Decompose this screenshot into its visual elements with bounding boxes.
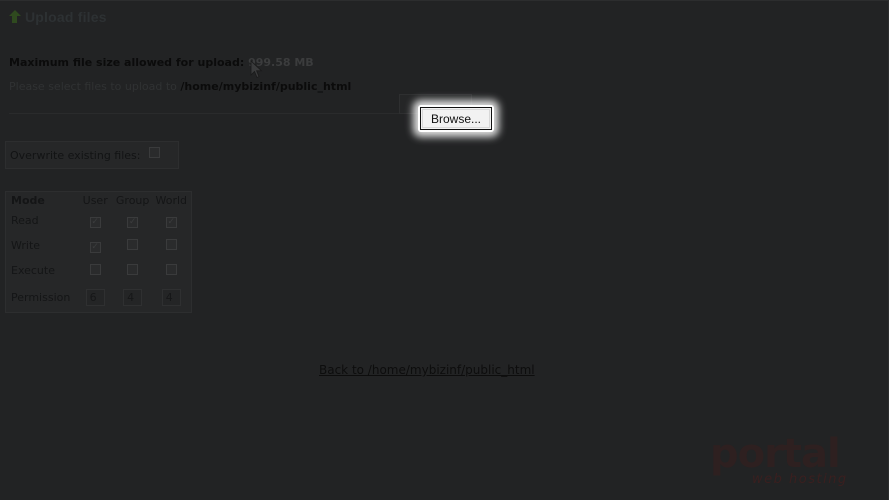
read-world-checkbox[interactable]: ✓	[165, 216, 177, 228]
mouse-cursor-icon	[250, 60, 263, 79]
user-header: User	[82, 193, 108, 207]
page-title: Upload files	[25, 9, 107, 25]
portal-logo: portal web hosting	[710, 432, 860, 492]
write-world-checkbox[interactable]	[165, 238, 177, 250]
page-header: Upload files	[8, 8, 107, 26]
mode-header: Mode	[11, 193, 45, 207]
top-border	[0, 0, 889, 1]
read-user-checkbox[interactable]: ✓	[89, 216, 101, 228]
read-group-checkbox[interactable]: ✓	[127, 216, 139, 228]
select-files-text: Please select files to upload to /home/m…	[9, 80, 351, 93]
back-link[interactable]: Back to /home/mybizinf/public_html	[319, 363, 535, 377]
execute-world-checkbox[interactable]	[165, 263, 177, 275]
logo-tagline: web hosting	[752, 472, 848, 487]
write-group-checkbox[interactable]	[127, 238, 139, 250]
permissions-table: Mode User Group World Read ✓ ✓ ✓ Write ✓…	[6, 192, 191, 311]
group-header: Group	[115, 193, 150, 207]
execute-label: Execute	[11, 264, 55, 277]
permission-label: Permission	[11, 290, 71, 304]
world-permission-input[interactable]: 4	[161, 288, 181, 306]
write-label: Write	[11, 239, 41, 252]
world-header: World	[155, 193, 188, 207]
execute-group-checkbox[interactable]	[127, 263, 139, 275]
write-user-checkbox[interactable]: ✓	[89, 241, 101, 253]
max-file-size-label: Maximum file size allowed for upload:	[9, 56, 245, 69]
browse-button[interactable]: Browse...	[420, 107, 492, 130]
file-path-input[interactable]	[9, 94, 399, 114]
permissions-panel: Mode User Group World Read ✓ ✓ ✓ Write ✓…	[5, 191, 192, 313]
target-path: /home/mybizinf/public_html	[180, 80, 352, 93]
select-files-prefix: Please select files to upload to	[9, 80, 177, 93]
overwrite-label: Overwrite existing files:	[10, 148, 141, 162]
max-file-size: Maximum file size allowed for upload: 99…	[9, 56, 314, 69]
read-label: Read	[11, 214, 39, 227]
user-permission-input[interactable]: 6	[85, 288, 105, 306]
upload-files-page: Upload files Maximum file size allowed f…	[0, 0, 889, 500]
group-permission-input[interactable]: 4	[123, 288, 143, 306]
execute-user-checkbox[interactable]	[89, 263, 101, 275]
upload-arrow-icon	[8, 10, 21, 24]
logo-wordmark: portal	[710, 431, 841, 477]
overwrite-option: Overwrite existing files:	[5, 141, 179, 169]
overwrite-checkbox[interactable]	[148, 146, 160, 158]
